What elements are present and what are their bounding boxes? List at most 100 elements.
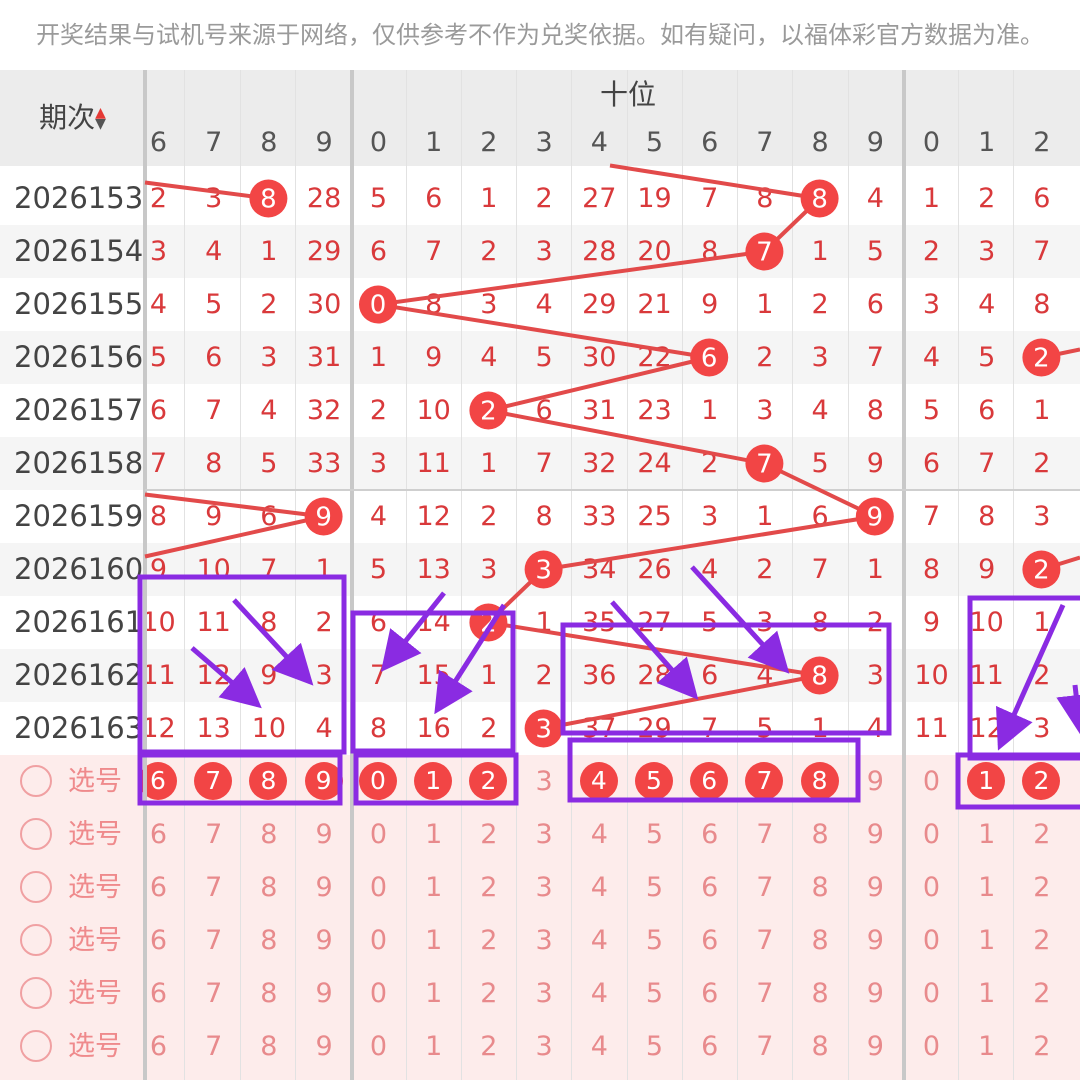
pick-number[interactable]: 7 [186,861,241,914]
pick-number[interactable]: 5 [627,967,682,1020]
period-column-header[interactable]: 期次▲ ▼ [0,70,145,166]
pick-number[interactable]: 1 [959,1020,1014,1073]
pick-number[interactable]: 9 [848,914,903,967]
pick-number[interactable]: 9 [848,808,903,861]
selected-number-ball[interactable]: 7 [194,762,233,800]
pick-number[interactable]: 8 [793,861,848,914]
pick-number[interactable]: 7 [737,861,792,914]
pick-number[interactable]: 7 [186,808,241,861]
pick-number[interactable]: 9 [297,967,352,1020]
pick-number[interactable]: 8 [793,1020,848,1073]
pick-number[interactable]: 6 [131,861,186,914]
pick-number[interactable]: 0 [904,808,959,861]
pick-number[interactable]: 3 [517,1020,572,1073]
pick-number[interactable]: 5 [627,1020,682,1073]
pick-number[interactable]: 0 [351,861,406,914]
pick-number[interactable]: 7 [737,808,792,861]
pick-number[interactable]: 1 [406,1020,461,1073]
pick-number[interactable]: 7 [737,914,792,967]
pick-number[interactable]: 1 [959,808,1014,861]
pick-number[interactable]: 7 [186,1020,241,1073]
pick-number[interactable]: 0 [351,808,406,861]
pick-number[interactable]: 8 [241,914,296,967]
pick-number[interactable]: 6 [131,914,186,967]
pick-number[interactable]: 3 [517,914,572,967]
pick-number[interactable]: 1 [959,914,1014,967]
selected-number-ball[interactable]: 9 [304,762,343,800]
pick-number[interactable]: 0 [351,914,406,967]
pick-number[interactable]: 9 [297,808,352,861]
pick-number[interactable]: 5 [627,808,682,861]
selected-number-ball[interactable]: 6 [690,762,729,800]
sort-icon[interactable]: ▲ ▼ [95,106,106,131]
pick-number[interactable]: 3 [517,967,572,1020]
selected-number-ball[interactable]: 8 [800,762,839,800]
pick-number[interactable]: 1 [406,967,461,1020]
selected-number-ball[interactable]: 0 [359,762,397,800]
pick-number[interactable]: 1 [406,861,461,914]
pick-number[interactable]: 8 [793,808,848,861]
pick-number[interactable]: 6 [131,1020,186,1073]
pick-number[interactable]: 6 [682,914,737,967]
pick-number[interactable]: 7 [737,1020,792,1073]
pick-number[interactable]: 8 [241,808,296,861]
selected-number-ball[interactable]: 1 [967,762,1006,800]
pick-number[interactable]: 4 [572,861,627,914]
pick-number[interactable]: 2 [461,1020,516,1073]
pick-number[interactable]: 9 [297,1020,352,1073]
pick-number[interactable]: 2 [461,861,516,914]
pick-number[interactable]: 2 [461,808,516,861]
pick-number[interactable]: 2 [1014,808,1069,861]
pick-number[interactable]: 9 [848,861,903,914]
pick-number[interactable]: 9 [848,967,903,1020]
pick-number[interactable]: 2 [461,914,516,967]
pick-number[interactable]: 8 [241,1020,296,1073]
pick-number[interactable]: 4 [572,1020,627,1073]
pick-number[interactable]: 2 [1014,914,1069,967]
pick-number[interactable]: 7 [737,967,792,1020]
pick-number[interactable]: 0 [351,967,406,1020]
pick-number[interactable]: 1 [959,861,1014,914]
pick-number[interactable]: 8 [793,914,848,967]
pick-number[interactable]: 6 [682,1020,737,1073]
pick-number[interactable]: 1 [406,808,461,861]
pick-number[interactable]: 5 [627,914,682,967]
pick-number[interactable]: 3 [517,808,572,861]
pick-number[interactable]: 5 [627,861,682,914]
pick-number[interactable]: 8 [793,967,848,1020]
pick-number[interactable]: 2 [461,967,516,1020]
pick-number[interactable]: 9 [848,755,903,808]
pick-number[interactable]: 0 [904,1020,959,1073]
pick-number[interactable]: 7 [186,914,241,967]
pick-number[interactable]: 4 [572,914,627,967]
pick-number[interactable]: 9 [297,861,352,914]
pick-number[interactable]: 3 [517,861,572,914]
selected-number-ball[interactable]: 4 [579,762,618,800]
trend-chart-grid[interactable]: 期次▲ ▼ 十位 6 7 8 9 0 1 2 3 4 5 6 7 8 9 0 1 2 2026153 2 3 8 28 5 6 1 2 2… [0,70,1080,1080]
pick-number[interactable]: 7 [186,967,241,1020]
pick-number[interactable]: 0 [904,861,959,914]
pick-number[interactable]: 6 [682,808,737,861]
pick-number[interactable]: 9 [848,1020,903,1073]
pick-number[interactable]: 4 [572,967,627,1020]
pick-number[interactable]: 9 [297,914,352,967]
pick-number[interactable]: 0 [904,967,959,1020]
pick-number[interactable]: 8 [241,967,296,1020]
pick-number[interactable]: 0 [351,1020,406,1073]
pick-number[interactable]: 6 [131,967,186,1020]
pick-number[interactable]: 6 [682,967,737,1020]
pick-number[interactable]: 2 [1014,967,1069,1020]
pick-number[interactable]: 6 [131,808,186,861]
pick-number[interactable]: 8 [241,861,296,914]
pick-number[interactable]: 1 [959,967,1014,1020]
pick-number[interactable]: 2 [1014,861,1069,914]
pick-number[interactable]: 2 [1014,1020,1069,1073]
pick-number[interactable]: 1 [406,914,461,967]
pick-number[interactable]: 0 [904,914,959,967]
pick-number[interactable]: 6 [682,861,737,914]
pick-number[interactable]: 4 [572,808,627,861]
selected-number-ball[interactable]: 1 [414,762,453,800]
pick-number[interactable]: 3 [517,755,572,808]
pick-number[interactable]: 0 [904,755,959,808]
selected-number-ball[interactable]: 5 [635,762,673,800]
